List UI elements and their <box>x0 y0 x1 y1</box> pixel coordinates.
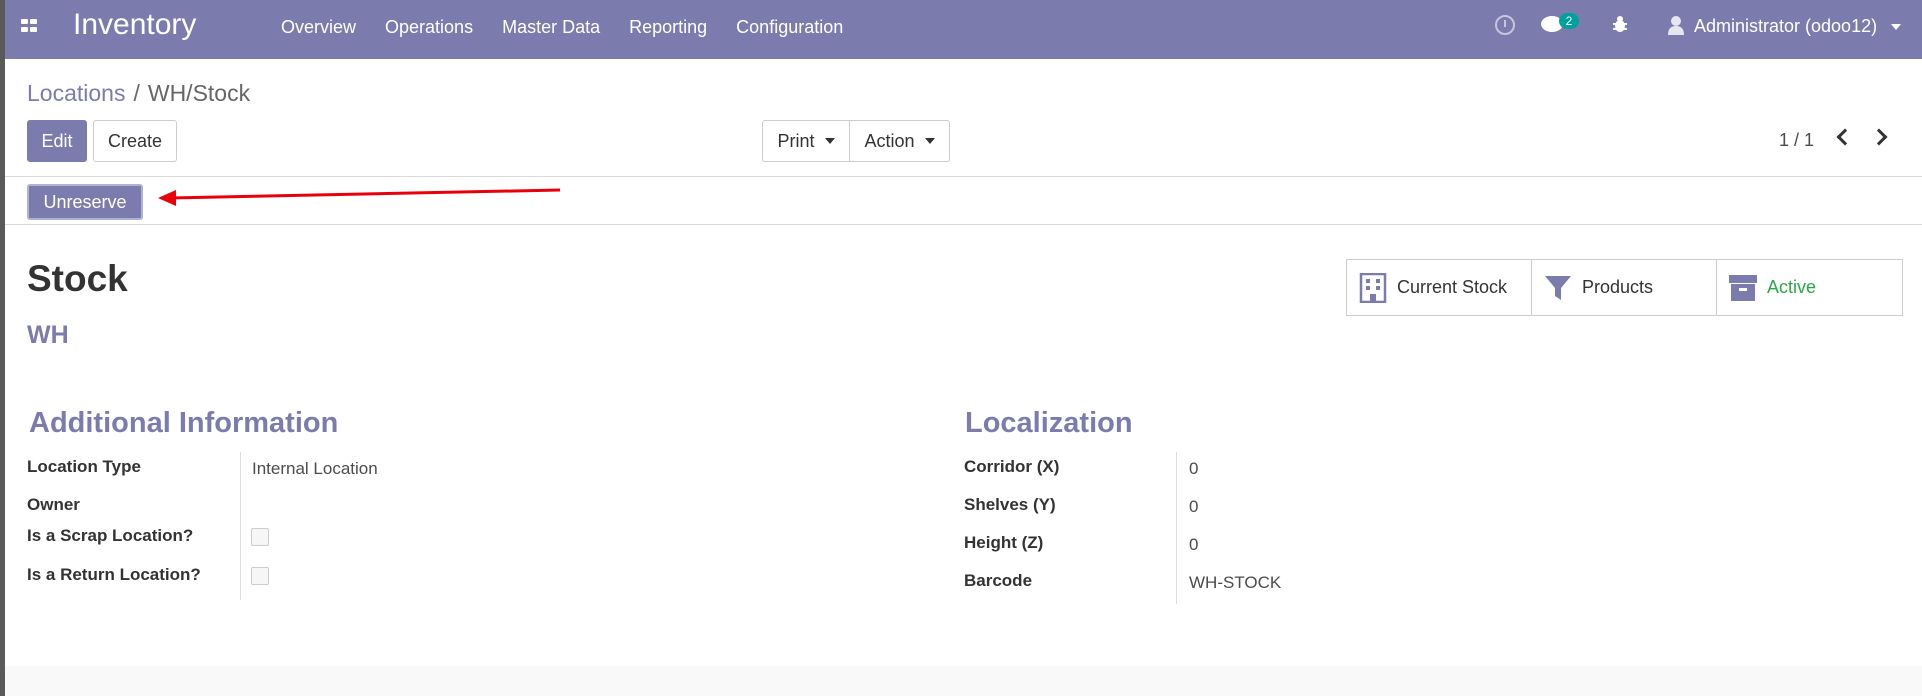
activity-clock-icon[interactable] <box>1495 15 1515 35</box>
chat-count-badge: 2 <box>1559 13 1579 29</box>
menu-operations[interactable]: Operations <box>385 17 473 38</box>
statusbar-top-divider <box>5 176 1922 177</box>
barcode-field[interactable]: WH-STOCK <box>1189 573 1281 593</box>
shelves-field[interactable]: 0 <box>1189 497 1198 517</box>
debug-bug-icon[interactable] <box>1612 15 1628 33</box>
record-title: Stock <box>27 258 128 299</box>
window-left-border <box>0 0 5 696</box>
additional-information-heading: Additional Information <box>29 407 339 439</box>
red-annotation-arrow <box>158 188 561 206</box>
localization-heading: Localization <box>965 407 1133 439</box>
shelves-label: Shelves (Y) <box>964 495 1056 514</box>
action-dropdown[interactable]: Action <box>849 120 950 162</box>
breadcrumb-current: WH/Stock <box>147 80 251 106</box>
active-label: Active <box>1767 277 1817 297</box>
height-label: Height (Z) <box>964 533 1044 552</box>
pager-next-icon[interactable] <box>1870 128 1888 146</box>
current-stock-button[interactable]: Current Stock <box>1346 259 1532 316</box>
location-type-field[interactable]: Internal Location <box>252 459 378 479</box>
breadcrumb: Locations / WH/Stock <box>27 80 250 107</box>
active-toggle-button[interactable]: Active <box>1716 259 1903 316</box>
building-icon <box>1359 272 1387 303</box>
user-avatar-icon[interactable] <box>1668 15 1684 35</box>
corridor-label: Corridor (X) <box>964 457 1060 476</box>
unreserve-button[interactable]: Unreserve <box>27 184 143 220</box>
location-type-label: Location Type <box>27 457 141 476</box>
statusbar-bottom-divider <box>5 224 1922 225</box>
owner-label: Owner <box>27 495 80 514</box>
barcode-label: Barcode <box>964 571 1033 590</box>
return-location-checkbox[interactable] <box>251 567 269 585</box>
user-menu[interactable]: Administrator (odoo12) <box>1694 16 1877 37</box>
apps-menu-icon[interactable] <box>21 19 39 33</box>
current-stock-label: Current Stock <box>1397 277 1508 297</box>
caret-down-icon <box>924 138 935 144</box>
edit-button[interactable]: Edit <box>27 120 87 162</box>
print-dropdown[interactable]: Print <box>762 120 850 162</box>
menu-master-data[interactable]: Master Data <box>502 17 600 38</box>
user-menu-caret-icon[interactable] <box>1891 24 1901 30</box>
scrap-location-checkbox[interactable] <box>251 528 269 546</box>
height-field[interactable]: 0 <box>1189 535 1198 555</box>
create-button[interactable]: Create <box>93 120 177 162</box>
return-location-label: Is a Return Location? <box>27 565 201 584</box>
action-label: Action <box>864 130 915 151</box>
corridor-field[interactable]: 0 <box>1189 459 1198 479</box>
pager-previous-icon[interactable] <box>1836 128 1854 146</box>
archive-icon <box>1729 274 1757 301</box>
field-divider <box>240 452 241 600</box>
breadcrumb-separator: / <box>133 80 140 106</box>
breadcrumb-locations-link[interactable]: Locations <box>27 80 125 106</box>
scrap-location-label: Is a Scrap Location? <box>27 526 194 545</box>
filter-icon <box>1545 275 1571 300</box>
menu-overview[interactable]: Overview <box>281 17 356 38</box>
main-menu: Overview Operations Master Data Reportin… <box>281 17 872 38</box>
app-brand[interactable]: Inventory <box>73 8 196 42</box>
products-button[interactable]: Products <box>1531 259 1717 316</box>
field-divider <box>1176 452 1177 604</box>
print-label: Print <box>777 130 815 151</box>
menu-reporting[interactable]: Reporting <box>629 17 707 38</box>
caret-down-icon <box>824 138 835 144</box>
top-navbar: Inventory Overview Operations Master Dat… <box>5 0 1922 59</box>
record-parent-location[interactable]: WH <box>27 321 69 350</box>
menu-configuration[interactable]: Configuration <box>736 17 843 38</box>
products-label: Products <box>1582 277 1654 297</box>
pager-value[interactable]: 1 / 1 <box>1779 130 1814 151</box>
page-footer <box>5 666 1922 696</box>
